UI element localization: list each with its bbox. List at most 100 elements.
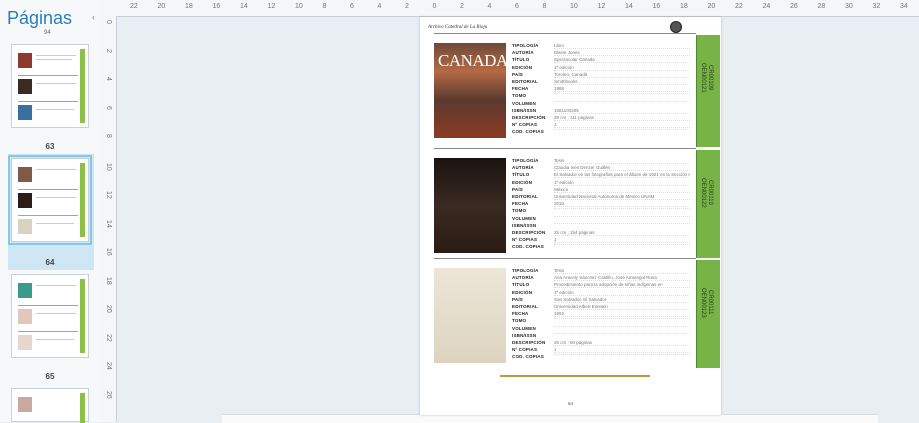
thumbnail-cover: [18, 309, 32, 324]
ruler-number: 2: [105, 48, 112, 53]
thumbnail-sidebar: [80, 163, 85, 237]
thumbnail-divider: [18, 101, 78, 102]
ruler-number: 4: [377, 3, 382, 10]
ruler-number: 8: [105, 134, 112, 138]
entry-divider: [434, 258, 696, 259]
field-label: EDICIÓN: [512, 179, 533, 185]
ruler-number: 20: [157, 3, 166, 10]
field-value: Claudia Inés Denzer Guillén: [554, 165, 690, 172]
field-value: [554, 215, 690, 217]
thumbnail-text: [36, 197, 76, 198]
field-label: DESCRIPCIÓN: [512, 340, 546, 345]
field-value: 1ª edición: [554, 65, 690, 71]
thumbnail-cover: [18, 193, 32, 208]
ruler-number: 16: [212, 3, 221, 10]
ruler-number: 12: [597, 3, 606, 10]
field-label: FECHA: [512, 201, 529, 207]
field-value: Elaine Jones: [554, 50, 690, 57]
field-label: AUTORÍA: [512, 275, 534, 281]
collapse-pane-icon[interactable]: ‹: [92, 12, 98, 22]
field-label: EDITORIAL: [512, 304, 538, 309]
field-label: VOLUMEN: [512, 215, 536, 221]
field-label: COD. COPIAS: [512, 354, 544, 360]
thumbnail-text: [36, 223, 74, 224]
field-label: TIPOLOGÍA: [512, 43, 539, 48]
thumbnail-page-64[interactable]: [8, 155, 92, 245]
document-page[interactable]: Archivo Catedral de La Rioja 64 CANADA TI…: [420, 17, 721, 415]
field-label: TIPOLOGÍA: [512, 158, 539, 163]
field-value: [554, 354, 690, 356]
thumbnail-page-63[interactable]: [11, 44, 89, 128]
ruler-number: 24: [762, 3, 771, 10]
thumbnail-text: [36, 339, 74, 340]
ruler-number: 18: [680, 3, 688, 10]
field-label: TOMO: [512, 93, 527, 99]
field-value: Smithbooks: [554, 79, 690, 85]
thumbnail-divider: [18, 189, 78, 190]
field-label: EDICIÓN: [512, 289, 533, 295]
thumbnail-label: 64: [45, 258, 55, 267]
field-label: EDICIÓN: [512, 64, 533, 70]
field-value: 1ª edición: [554, 180, 690, 186]
ruler-number: 6: [515, 3, 519, 10]
ruler-number: 2: [405, 3, 409, 10]
thumbnail-text: [36, 83, 76, 84]
field-value: 1: [554, 122, 690, 129]
field-value: Procedimiento para la adopción de niñas …: [554, 282, 690, 289]
ruler-number: 12: [105, 191, 112, 199]
field-label: ISBN/ISSN: [512, 332, 537, 338]
field-label: COD. COPIAS: [512, 244, 544, 250]
field-label: ISBN/ISSN: [512, 222, 537, 228]
entry-code: CR00110: [707, 180, 713, 205]
ruler-number: 0: [432, 3, 437, 10]
thumbnail-label: 65: [45, 372, 55, 381]
entry-code: OEN00122: [700, 178, 706, 208]
field-label: TÍTULO: [512, 172, 530, 178]
thumbnail-cover: [18, 53, 32, 68]
ruler-number: 20: [707, 3, 716, 10]
entry-code: CR00109: [707, 65, 713, 91]
ruler-number: 8: [322, 3, 327, 10]
field-label: TOMO: [512, 208, 527, 214]
ruler-number: 32: [872, 3, 881, 10]
entry-code-sidebar: CR00111 OEN00123: [696, 260, 720, 368]
thumbnail-text: [36, 55, 76, 56]
field-label: AUTORÍA: [512, 165, 534, 171]
ruler-number: 34: [900, 3, 908, 10]
field-value: Ana Aracely Sánchez Castillo, José Armen…: [554, 275, 690, 282]
field-label: PAÍS: [512, 296, 523, 302]
field-value: [554, 325, 690, 327]
entry-code: OEN00123: [700, 288, 706, 318]
thumbnail-page-65[interactable]: [11, 274, 89, 358]
page-footer-rule: [500, 375, 650, 377]
field-value: Universidad Albert Einstein: [554, 304, 690, 310]
ruler-number: 10: [105, 162, 112, 171]
field-label: Nº COPIAS: [512, 122, 538, 128]
thumbnail-sidebar: [80, 393, 85, 423]
thumbnail-cover: [18, 335, 32, 350]
ruler-number: 2: [460, 3, 464, 10]
field-value: 1551100305: [554, 108, 690, 114]
field-value: San Salvador, El Salvador: [554, 297, 690, 303]
thumbnail-text: [36, 285, 76, 286]
ruler-number: 14: [105, 219, 112, 228]
ruler-number: 4: [487, 3, 492, 10]
ruler-number: 0: [105, 20, 112, 24]
thumbnail-page-66[interactable]: [11, 388, 89, 423]
pane-title: Páginas: [7, 8, 73, 28]
thumbnail-sidebar: [80, 279, 85, 353]
thumbnail-cover: [18, 167, 32, 182]
field-label: DESCRIPCIÓN: [512, 230, 546, 235]
field-value: México: [554, 187, 690, 193]
field-label: FECHA: [512, 311, 529, 317]
field-value: [554, 244, 690, 246]
field-label: TÍTULO: [512, 57, 530, 63]
field-value: 1985: [554, 86, 690, 93]
ruler-number: 14: [625, 3, 633, 10]
field-label: COD. COPIAS: [512, 129, 544, 135]
field-label: FECHA: [512, 86, 529, 92]
entry-divider: [434, 33, 696, 34]
thumbnail-text: [36, 169, 76, 170]
field-label: VOLUMEN: [512, 100, 536, 106]
ruler-number: 8: [542, 3, 547, 10]
